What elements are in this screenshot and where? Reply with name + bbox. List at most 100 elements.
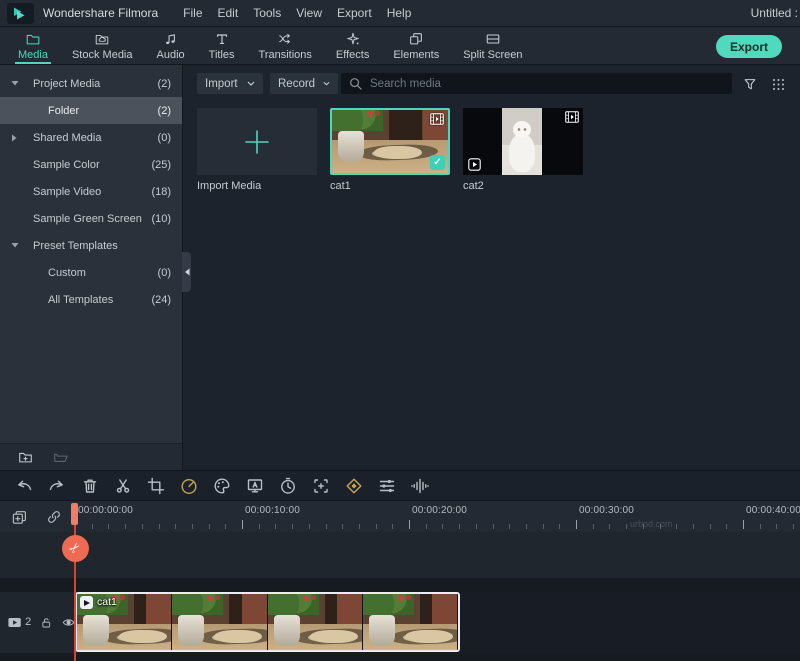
video-file-icon xyxy=(430,113,444,125)
crop-button[interactable] xyxy=(145,475,167,497)
ruler-timecode: 00:00:00:00 xyxy=(78,505,133,516)
timeline-header: 00:00:00:0000:00:10:0000:00:20:0000:00:3… xyxy=(0,501,800,532)
denoise-button[interactable] xyxy=(409,475,431,497)
video-file-icon xyxy=(565,111,579,123)
ruler-timecode: 00:00:20:00 xyxy=(412,505,467,516)
main-area: Project Media (2) Folder (2) Shared Medi… xyxy=(0,65,800,470)
keyframe-icon xyxy=(344,476,364,496)
track-controls: 2 xyxy=(0,614,75,630)
speed-button[interactable] xyxy=(178,475,200,497)
triangle-right-icon[interactable] xyxy=(11,134,17,142)
triangle-down-icon[interactable] xyxy=(11,80,19,86)
menu-file[interactable]: File xyxy=(183,6,202,20)
stock-icon xyxy=(94,31,110,47)
sidebar-item-preset-templates[interactable]: Preset Templates xyxy=(0,232,182,259)
duration-icon xyxy=(278,476,298,496)
color-icon xyxy=(212,476,232,496)
motion-track-button[interactable] xyxy=(310,475,332,497)
filter-icon xyxy=(743,77,757,91)
import-dropdown[interactable]: Import xyxy=(197,73,263,94)
delete-folder-button[interactable] xyxy=(51,448,69,466)
menu-view[interactable]: View xyxy=(296,6,322,20)
chevron-left-icon xyxy=(184,268,190,276)
sidebar-collapse-handle[interactable] xyxy=(182,252,191,292)
color-button[interactable] xyxy=(211,475,233,497)
sidebar-item-sample-green-screen[interactable]: Sample Green Screen (10) xyxy=(0,205,182,232)
playhead-handle[interactable]: ✂ xyxy=(62,535,89,562)
media-item-cat2[interactable] xyxy=(463,108,583,175)
search-input[interactable] xyxy=(368,77,724,91)
clip-label: cat1 xyxy=(97,596,117,608)
tab-titles[interactable]: Titles xyxy=(197,27,247,64)
speed-icon xyxy=(179,476,199,496)
search-icon xyxy=(349,77,362,90)
audio-icon xyxy=(163,31,179,47)
scissors-icon: ✂ xyxy=(66,539,84,557)
tab-audio[interactable]: Audio xyxy=(145,27,197,64)
new-folder-button[interactable] xyxy=(16,448,34,466)
chroma-button[interactable] xyxy=(244,475,266,497)
delete-icon xyxy=(80,476,100,496)
delete-button[interactable] xyxy=(79,475,101,497)
grid-view-button[interactable] xyxy=(769,75,787,93)
titlebar: Wondershare Filmora File Edit Tools View Exp… xyxy=(0,0,800,27)
plus-icon xyxy=(243,128,271,156)
media-item-cat1[interactable]: ✓ xyxy=(330,108,450,175)
edit-toolbar xyxy=(0,470,800,501)
menu-edit[interactable]: Edit xyxy=(218,6,239,20)
adjust-button[interactable] xyxy=(376,475,398,497)
sidebar-item-shared-media[interactable]: Shared Media (0) xyxy=(0,124,182,151)
undo-button[interactable] xyxy=(13,475,35,497)
undo-icon xyxy=(14,476,34,496)
tab-media[interactable]: Media xyxy=(6,27,60,64)
sidebar-item-custom[interactable]: Custom (0) xyxy=(0,259,182,286)
import-media-tile[interactable] xyxy=(197,108,317,175)
menu-tools[interactable]: Tools xyxy=(253,6,281,20)
duration-button[interactable] xyxy=(277,475,299,497)
export-button[interactable]: Export xyxy=(716,35,782,58)
folder-add-icon xyxy=(17,449,34,465)
filmora-window: Wondershare Filmora File Edit Tools View Exp… xyxy=(0,0,800,661)
sidebar-item-sample-video[interactable]: Sample Video (18) xyxy=(0,178,182,205)
motion-track-icon xyxy=(311,476,331,496)
app-title: Wondershare Filmora xyxy=(43,6,158,20)
empty-track-lane[interactable] xyxy=(0,532,800,578)
folder-open-icon xyxy=(52,449,69,465)
video-track-icon xyxy=(8,617,21,628)
redo-button[interactable] xyxy=(46,475,68,497)
split-button[interactable] xyxy=(112,475,134,497)
tab-elements[interactable]: Elements xyxy=(381,27,451,64)
track-number: 2 xyxy=(25,616,31,628)
playhead-flag[interactable] xyxy=(71,503,78,525)
titles-icon xyxy=(214,31,230,47)
media-play-badge-icon xyxy=(468,158,481,171)
sidebar-item-project-media[interactable]: Project Media (2) xyxy=(0,70,182,97)
tab-transitions[interactable]: Transitions xyxy=(247,27,324,64)
duplicate-plus-icon xyxy=(11,509,28,526)
lock-open-icon[interactable] xyxy=(41,616,52,629)
record-dropdown[interactable]: Record xyxy=(270,73,338,94)
triangle-down-icon[interactable] xyxy=(11,242,19,248)
tab-effects[interactable]: Effects xyxy=(324,27,381,64)
tab-split-screen[interactable]: Split Screen xyxy=(451,27,534,64)
ruler-timecode: 00:00:10:00 xyxy=(245,505,300,516)
timeline-ruler[interactable]: 00:00:00:0000:00:10:0000:00:20:0000:00:3… xyxy=(75,501,800,532)
tab-stock-media[interactable]: Stock Media xyxy=(60,27,145,64)
sidebar-item-sample-color[interactable]: Sample Color (25) xyxy=(0,151,182,178)
menu-export[interactable]: Export xyxy=(337,6,372,20)
sidebar-footer xyxy=(0,443,182,470)
menubar: File Edit Tools View Export Help xyxy=(183,6,411,20)
tabbar: Media Stock Media Audio Titles Transitio… xyxy=(0,27,800,65)
filter-button[interactable] xyxy=(741,75,759,93)
duplicate-plus-button[interactable] xyxy=(10,508,28,526)
menu-help[interactable]: Help xyxy=(387,6,412,20)
link-button[interactable] xyxy=(45,508,63,526)
transitions-icon xyxy=(277,31,293,47)
sidebar-item-all-templates[interactable]: All Templates (24) xyxy=(0,286,182,313)
timeline-clip-cat1[interactable] xyxy=(75,592,460,652)
sidebar-item-folder[interactable]: Folder (2) xyxy=(0,97,182,124)
keyframe-button[interactable] xyxy=(343,475,365,497)
clip-frame xyxy=(363,594,458,650)
clip-frame xyxy=(268,594,363,650)
clip-frame xyxy=(172,594,267,650)
